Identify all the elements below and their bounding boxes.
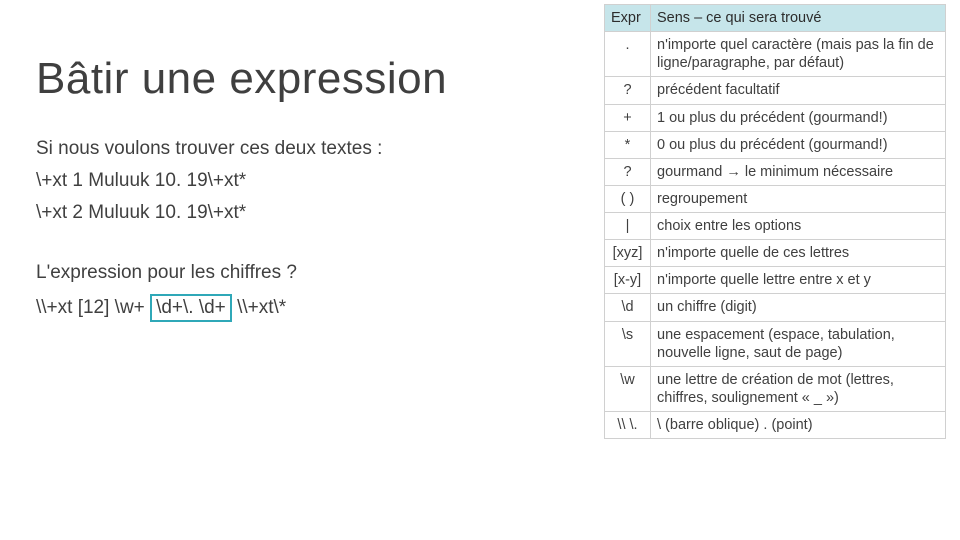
cell-sens: un chiffre (digit) — [651, 294, 946, 321]
cell-sens: précédent facultatif — [651, 77, 946, 104]
header-sens: Sens – ce qui sera trouvé — [651, 5, 946, 32]
cell-sens: gourmand → le minimum nécessaire — [651, 158, 946, 185]
cell-expr: ? — [605, 158, 651, 185]
cell-expr: \d — [605, 294, 651, 321]
cell-expr: + — [605, 104, 651, 131]
table-row: [x-y]n'importe quelle lettre entre x et … — [605, 267, 946, 294]
question-text: L'expression pour les chiffres ? — [36, 262, 596, 284]
table-row: \sune espacement (espace, tabulation, no… — [605, 321, 946, 366]
cell-expr: [x-y] — [605, 267, 651, 294]
cell-expr: . — [605, 32, 651, 77]
cell-sens: regroupement — [651, 185, 946, 212]
table-row: |choix entre les options — [605, 213, 946, 240]
cell-sens: \ (barre oblique) . (point) — [651, 412, 946, 439]
table-row: \\ \.\ (barre oblique) . (point) — [605, 412, 946, 439]
regex-reference-table: Expr Sens – ce qui sera trouvé .n'import… — [604, 4, 946, 439]
regex-pre: \\+xt [12] \w+ — [36, 297, 150, 318]
cell-expr: ( ) — [605, 185, 651, 212]
sample-2: \+xt 2 Muluuk 10. 19\+xt* — [36, 202, 596, 224]
cell-sens: n'importe quelle de ces lettres — [651, 240, 946, 267]
cell-sens: une lettre de création de mot (lettres, … — [651, 366, 946, 411]
table-row: +1 ou plus du précédent (gourmand!) — [605, 104, 946, 131]
cell-expr: | — [605, 213, 651, 240]
cell-sens: n'importe quelle lettre entre x et y — [651, 267, 946, 294]
regex-post: \\+xt\* — [232, 297, 286, 318]
table-row: ( )regroupement — [605, 185, 946, 212]
sample-1: \+xt 1 Muluuk 10. 19\+xt* — [36, 170, 596, 192]
cell-expr: \\ \. — [605, 412, 651, 439]
table-row: ?gourmand → le minimum nécessaire — [605, 158, 946, 185]
cell-expr: ? — [605, 77, 651, 104]
table-header-row: Expr Sens – ce qui sera trouvé — [605, 5, 946, 32]
slide-title: Bâtir une expression — [36, 54, 596, 104]
header-expr: Expr — [605, 5, 651, 32]
cell-expr: \s — [605, 321, 651, 366]
regex-line: \\+xt [12] \w+ \d+\. \d+ \\+xt\* — [36, 294, 596, 322]
table-row: ?précédent facultatif — [605, 77, 946, 104]
cell-expr: [xyz] — [605, 240, 651, 267]
cell-sens: n'importe quel caractère (mais pas la fi… — [651, 32, 946, 77]
table-row: *0 ou plus du précédent (gourmand!) — [605, 131, 946, 158]
cell-sens: choix entre les options — [651, 213, 946, 240]
slide: Bâtir une expression Si nous voulons tro… — [0, 0, 960, 540]
cell-expr: \w — [605, 366, 651, 411]
intro-text: Si nous voulons trouver ces deux textes … — [36, 138, 596, 160]
cell-sens: 1 ou plus du précédent (gourmand!) — [651, 104, 946, 131]
table-row: .n'importe quel caractère (mais pas la f… — [605, 32, 946, 77]
cell-sens: une espacement (espace, tabulation, nouv… — [651, 321, 946, 366]
cell-expr: * — [605, 131, 651, 158]
table-row: \wune lettre de création de mot (lettres… — [605, 366, 946, 411]
table-row: [xyz]n'importe quelle de ces lettres — [605, 240, 946, 267]
left-column: Bâtir une expression Si nous voulons tro… — [36, 54, 596, 322]
table-row: \dun chiffre (digit) — [605, 294, 946, 321]
cell-sens: 0 ou plus du précédent (gourmand!) — [651, 131, 946, 158]
regex-highlight-box: \d+\. \d+ — [150, 294, 232, 322]
